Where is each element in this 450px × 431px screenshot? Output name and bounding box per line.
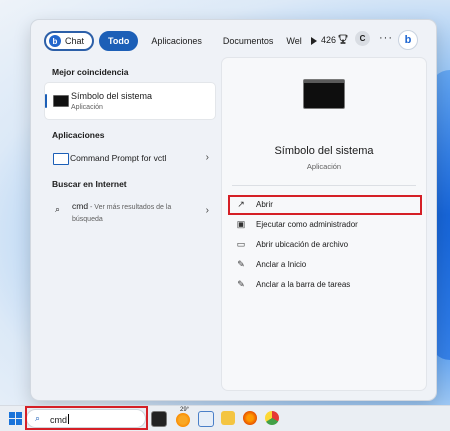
best-match-subtitle: Aplicación bbox=[71, 104, 103, 111]
weather-temp: 29° bbox=[180, 407, 190, 413]
chrome-icon[interactable] bbox=[265, 411, 279, 425]
chevron-right-icon: › bbox=[205, 205, 209, 216]
chat-label: Chat bbox=[65, 36, 85, 46]
action-pin-taskbar-label: Anclar a la barra de tareas bbox=[256, 280, 351, 289]
details-subtitle: Aplicación bbox=[306, 162, 342, 171]
action-pin-taskbar[interactable]: ✎ Anclar a la barra de tareas bbox=[232, 276, 418, 294]
command-prompt-icon bbox=[53, 95, 69, 107]
search-filter-bar: b Chat Todo Aplicaciones Documentos Wel bbox=[44, 30, 317, 52]
apps-header: Aplicaciones bbox=[52, 130, 105, 140]
scroll-tabs-right-icon[interactable] bbox=[310, 37, 317, 45]
chevron-right-icon: › bbox=[205, 152, 209, 163]
action-open-file-location[interactable]: ▭ Abrir ubicación de archivo bbox=[232, 236, 418, 254]
web-search-query: cmd bbox=[72, 201, 89, 211]
rewards-trophy-icon bbox=[338, 34, 348, 46]
pin-icon: ✎ bbox=[237, 259, 245, 269]
terminal-app-icon[interactable] bbox=[151, 411, 167, 427]
action-run-as-admin[interactable]: ▣ Ejecutar como administrador bbox=[232, 216, 418, 234]
weather-icon[interactable] bbox=[176, 413, 190, 427]
bing-logo-icon[interactable]: b bbox=[398, 30, 418, 50]
app-result-label: Command Prompt for vctl bbox=[70, 153, 167, 163]
chat-button[interactable]: b Chat bbox=[44, 31, 95, 51]
details-title: Símbolo del sistema bbox=[274, 145, 374, 157]
shield-icon: ▣ bbox=[236, 219, 246, 229]
selection-accent bbox=[45, 94, 47, 108]
app-window-icon bbox=[53, 153, 69, 165]
firefox-icon[interactable] bbox=[243, 411, 257, 425]
tab-todo[interactable]: Todo bbox=[99, 31, 139, 51]
action-open-file-location-label: Abrir ubicación de archivo bbox=[256, 240, 349, 249]
details-divider bbox=[232, 185, 416, 186]
action-run-as-admin-label: Ejecutar como administrador bbox=[256, 220, 358, 229]
run-as-admin-highlight bbox=[228, 195, 422, 215]
best-match-header: Mejor coincidencia bbox=[52, 67, 129, 77]
taskbar-search-highlight bbox=[25, 406, 148, 430]
best-match-item[interactable]: Símbolo del sistema Aplicación bbox=[45, 83, 215, 119]
account-avatar[interactable]: C bbox=[355, 31, 370, 46]
app-result-item[interactable]: Command Prompt for vctl › bbox=[45, 148, 215, 168]
bing-chat-icon: b bbox=[49, 35, 61, 47]
windows-start-icon[interactable] bbox=[9, 412, 22, 425]
folder-icon: ▭ bbox=[236, 239, 246, 249]
web-search-header: Buscar en Internet bbox=[52, 179, 127, 189]
best-match-title: Símbolo del sistema bbox=[71, 91, 153, 101]
tab-aplicaciones[interactable]: Aplicaciones bbox=[143, 31, 210, 51]
rewards-counter[interactable]: 426 bbox=[321, 34, 348, 46]
action-pin-start-label: Anclar a Inicio bbox=[256, 260, 307, 269]
web-search-text: cmd - Ver más resultados de la búsqueda bbox=[72, 200, 200, 226]
start-search-panel: b Chat Todo Aplicaciones Documentos Wel … bbox=[31, 20, 436, 400]
command-prompt-large-icon bbox=[303, 79, 345, 109]
search-icon: ⌕ bbox=[55, 204, 61, 214]
tab-documentos[interactable]: Documentos bbox=[215, 31, 282, 51]
more-options-icon[interactable]: ··· bbox=[379, 32, 393, 44]
action-pin-start[interactable]: ✎ Anclar a Inicio bbox=[232, 256, 418, 274]
web-search-item[interactable]: ⌕ cmd - Ver más resultados de la búsqued… bbox=[45, 196, 215, 228]
tab-web[interactable]: Wel bbox=[286, 36, 301, 46]
pin-icon: ✎ bbox=[237, 279, 245, 289]
snipping-tool-icon[interactable] bbox=[198, 411, 214, 427]
rewards-points: 426 bbox=[321, 35, 337, 45]
details-pane: Símbolo del sistema Aplicación ↗ Abrir ▣… bbox=[222, 58, 426, 390]
file-explorer-icon[interactable] bbox=[221, 411, 235, 425]
